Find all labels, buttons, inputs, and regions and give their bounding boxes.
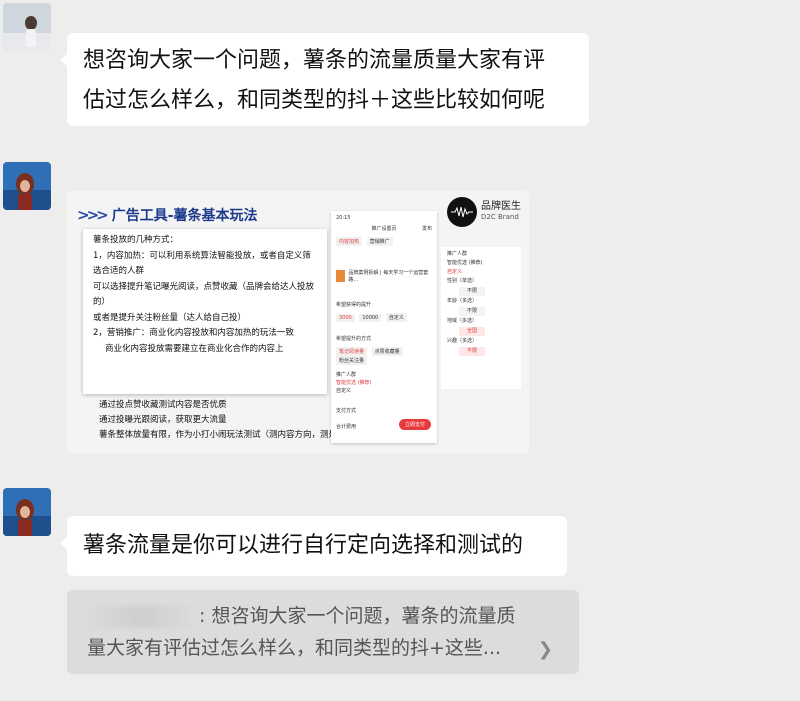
phone-radio: 自定义	[336, 388, 352, 394]
card-line: 1，内容加热：可以利用系统算法智能投放，或者自定义筛	[93, 250, 311, 261]
card-line: 可以选择提升笔记曝光阅读，点赞收藏（品牌会给达人投放	[93, 281, 315, 292]
message-bubble[interactable]: 想咨询大家一个问题，薯条的流量质量大家有评 估过怎么样么，和同类型的抖＋这些比较…	[60, 33, 589, 126]
phone-section: 推广人群	[336, 372, 357, 378]
chevron-right-icon[interactable]: ❯	[538, 634, 553, 666]
avatar[interactable]	[3, 162, 51, 210]
avatar[interactable]	[3, 3, 51, 51]
avatar-photo-sky	[3, 3, 51, 51]
phone-note-title: 品牌案例拆解 | 每天学习一个运营套路...	[348, 270, 429, 283]
phone-tag: 点赞收藏量	[371, 347, 403, 356]
card-line: 的）	[93, 297, 111, 307]
blurred-sender-name	[87, 605, 199, 628]
phone-option: 3000	[336, 314, 355, 322]
card-line: 薯条投放的几种方式：	[93, 235, 179, 245]
note-thumbnail-icon	[336, 270, 346, 282]
image-message[interactable]: >>> 广告工具-薯条基本玩法 品牌医生 D2C Brand 薯条投放的几种方式…	[67, 191, 529, 453]
quote-text: 量大家有评估过怎么样么，和同类型的抖+这些...	[87, 637, 502, 659]
quote-line: : 想咨询大家一个问题，薯条的流量质	[87, 600, 539, 632]
phone-total-label: 合计费用	[336, 424, 357, 430]
slide-title-row: >>> 广告工具-薯条基本玩法	[77, 205, 258, 225]
targeting-panel: 推广人群 智能优选 (推荐) 自定义 性别（单选） 不限 年龄（多选） 不限 地…	[441, 247, 521, 389]
panel-title: 推广人群	[447, 251, 468, 257]
phone-header-right: 发布	[421, 226, 432, 232]
phone-section: 希望提升的方式	[336, 336, 372, 342]
phone-mockup: 20:15 推广设置页 发布 内容加热 营销推广 品牌案例拆解 | 每天学习一个…	[331, 211, 437, 443]
phone-pay-button: 立即支付	[398, 419, 431, 430]
avatar[interactable]	[3, 488, 51, 536]
panel-radio: 智能优选 (推荐)	[447, 260, 483, 266]
message-bubble[interactable]: 薯条流量是你可以进行自行定向选择和测试的	[60, 516, 567, 576]
phone-tag: 粉丝关注量	[336, 356, 368, 365]
logo-name: 品牌医生	[481, 201, 521, 212]
phone-option: 自定义	[385, 313, 407, 322]
panel-pill: 全国	[459, 327, 486, 336]
message-text: 薯条流量是你可以进行自行定向选择和测试的	[83, 533, 524, 558]
phone-header: 推广设置页	[371, 226, 397, 232]
phone-tag: 笔记阅读量	[336, 347, 368, 356]
avatar-photo-sea	[3, 162, 51, 210]
panel-label: 性别（单选）	[447, 278, 478, 284]
phone-time: 20:15	[336, 215, 351, 221]
phone-radio: 智能优选 (推荐)	[336, 380, 372, 386]
card-line: 或者是提升关注粉丝量（达人给自己投）	[93, 312, 247, 323]
phone-option: 10000	[359, 314, 382, 322]
card-line: 选合适的人群	[93, 266, 145, 276]
avatar-photo-sea	[3, 488, 51, 536]
quoted-message[interactable]: : 想咨询大家一个问题，薯条的流量质 量大家有评估过怎么样么，和同类型的抖+这些…	[67, 590, 579, 674]
phone-tab: 内容加热	[336, 237, 363, 246]
panel-label: 地域（多选）	[447, 318, 478, 324]
slide-title: 广告工具-薯条基本玩法	[111, 208, 258, 224]
panel-label: 年龄（多选）	[447, 298, 478, 304]
phone-section: 希望获得的提升	[336, 302, 372, 308]
panel-pill: 不限	[459, 307, 486, 316]
panel-label: 兴趣（多选）	[447, 338, 478, 344]
phone-tab: 营销推广	[366, 237, 393, 246]
phone-pay-label: 支付方式	[336, 408, 357, 414]
waveform-logo-icon	[447, 197, 477, 227]
brand-logo: 品牌医生 D2C Brand	[447, 197, 521, 227]
logo-subname: D2C Brand	[481, 213, 519, 221]
panel-radio: 自定义	[447, 269, 463, 275]
card-line: 商业化内容投放需要建立在商业化合作的内容上	[105, 343, 284, 354]
panel-pill: 不限	[459, 347, 486, 356]
quote-text: : 想咨询大家一个问题，薯条的流量质	[199, 605, 516, 627]
message-text-line: 估过怎么样么，和同类型的抖＋这些比较如何呢	[83, 88, 546, 113]
double-chevron-icon: >>>	[77, 206, 109, 224]
message-text-line: 想咨询大家一个问题，薯条的流量质量大家有评	[83, 48, 546, 73]
card-line: 2，营销推广：商业化内容投放和内容加热的玩法一致	[93, 328, 294, 338]
panel-pill: 不限	[459, 287, 486, 296]
slide-text-card: 薯条投放的几种方式： 1，内容加热：可以利用系统算法智能投放，或者自定义筛 选合…	[83, 229, 327, 394]
